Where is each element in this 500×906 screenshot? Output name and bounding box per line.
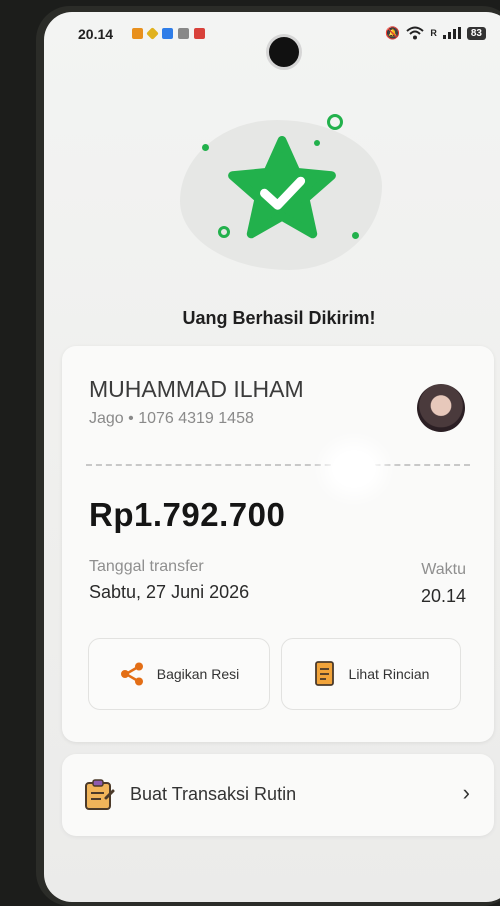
decor-dot bbox=[352, 232, 359, 239]
time-value: 20.14 bbox=[420, 586, 466, 606]
recipient-account: Jago • 1076 4319 1458 bbox=[89, 410, 254, 427]
notification-icons bbox=[132, 27, 205, 40]
decor-ring bbox=[218, 226, 230, 238]
app-notification-icon bbox=[194, 28, 205, 39]
wifi-icon bbox=[406, 26, 425, 40]
app-notification-icon bbox=[162, 28, 173, 39]
success-title: Uang Berhasil Dikirim! bbox=[182, 308, 376, 328]
dashed-divider bbox=[86, 464, 470, 466]
battery-indicator: 83 bbox=[466, 26, 486, 40]
status-time: 20.14 bbox=[78, 26, 114, 42]
binance-icon bbox=[146, 27, 159, 40]
clipboard-icon bbox=[85, 779, 115, 810]
routine-transaction-label: Buat Transaksi Rutin bbox=[130, 784, 297, 804]
chevron-right-icon: › bbox=[462, 780, 470, 805]
share-receipt-label: Bagikan Resi bbox=[156, 666, 240, 682]
share-icon bbox=[120, 662, 143, 686]
signal-icon bbox=[442, 27, 461, 39]
recipient-name: MUHAMMAD ILHAM bbox=[89, 376, 304, 402]
recipient-avatar bbox=[417, 384, 465, 432]
front-camera bbox=[266, 34, 302, 70]
view-details-button[interactable]: Lihat Rincian bbox=[281, 638, 461, 710]
app-notification-icon bbox=[132, 28, 143, 39]
view-details-label: Lihat Rincian bbox=[348, 666, 430, 682]
network-indicator: R bbox=[430, 28, 437, 38]
date-value: Sabtu, 27 Juni 2026 bbox=[89, 582, 250, 602]
system-status-icons: 🔕 R 83 bbox=[385, 26, 486, 40]
mute-icon: 🔕 bbox=[385, 26, 401, 40]
light-glare bbox=[332, 450, 376, 488]
status-bar: 20.14 🔕 R 83 bbox=[44, 26, 500, 70]
routine-transaction-row[interactable]: Buat Transaksi Rutin › bbox=[62, 754, 494, 836]
decor-dot bbox=[202, 144, 209, 151]
receipt-card: MUHAMMAD ILHAM Jago • 1076 4319 1458 Rp1… bbox=[62, 346, 494, 742]
decor-dot bbox=[314, 140, 320, 146]
app-screen: 20.14 🔕 R 83 Uang Berhasil Dikirim! MUHA… bbox=[44, 12, 500, 902]
success-illustration bbox=[44, 108, 500, 278]
decor-ring bbox=[327, 114, 343, 130]
share-receipt-button[interactable]: Bagikan Resi bbox=[88, 638, 270, 710]
gmail-icon bbox=[178, 28, 189, 39]
transfer-amount: Rp1.792.700 bbox=[89, 496, 286, 533]
document-icon bbox=[314, 661, 334, 686]
date-label: Tanggal transfer bbox=[89, 558, 204, 575]
star-check-icon bbox=[228, 136, 336, 239]
time-label: Waktu bbox=[421, 561, 466, 578]
